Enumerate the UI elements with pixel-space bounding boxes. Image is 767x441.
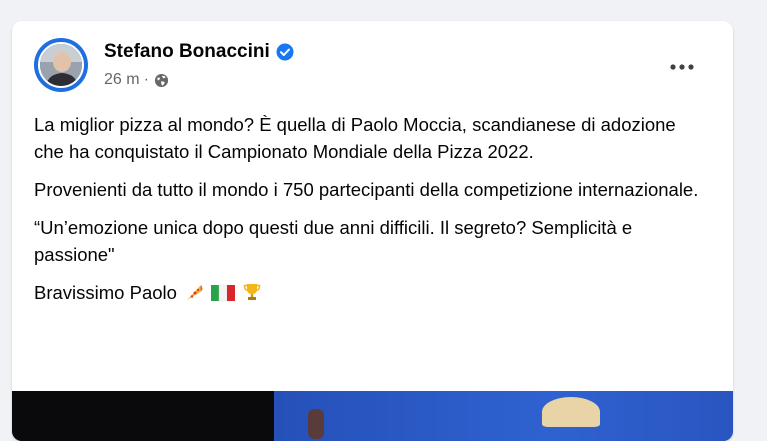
- italy-flag-icon: [211, 284, 236, 302]
- feed-background: [0, 0, 767, 8]
- post-paragraph: Provenienti da tutto il mondo i 750 part…: [34, 179, 699, 200]
- post-closing-text: Bravissimo Paolo: [34, 282, 177, 303]
- post-text: La miglior pizza al mondo? È quella di P…: [34, 111, 704, 317]
- media-dark-region: [12, 391, 274, 441]
- post-timestamp[interactable]: 26 m: [104, 71, 140, 89]
- more-options-icon: [670, 64, 694, 70]
- post-paragraph: La miglior pizza al mondo? È quella di P…: [34, 114, 676, 162]
- globe-icon[interactable]: [154, 73, 169, 88]
- more-options-button[interactable]: [664, 49, 700, 85]
- media-stage-background: [274, 391, 733, 441]
- pizza-icon: [187, 285, 203, 300]
- post-paragraph: “Un’emozione unica dopo questi due anni …: [34, 217, 633, 265]
- post-closing-line: Bravissimo Paolo: [34, 279, 704, 306]
- post-meta: 26 m ·: [104, 71, 169, 89]
- avatar-photo: [38, 42, 84, 88]
- post-card: Stefano Bonaccini 26 m · La miglior pizz…: [12, 21, 733, 441]
- media-hat: [542, 397, 600, 427]
- author-avatar[interactable]: [34, 38, 88, 92]
- author-name[interactable]: Stefano Bonaccini: [104, 41, 270, 63]
- media-figure: [308, 409, 324, 439]
- trophy-icon: [244, 284, 261, 300]
- author-name-row: Stefano Bonaccini: [104, 41, 294, 63]
- post-media-image[interactable]: [12, 391, 733, 441]
- meta-separator: ·: [143, 71, 149, 88]
- verified-badge-icon: [276, 43, 294, 61]
